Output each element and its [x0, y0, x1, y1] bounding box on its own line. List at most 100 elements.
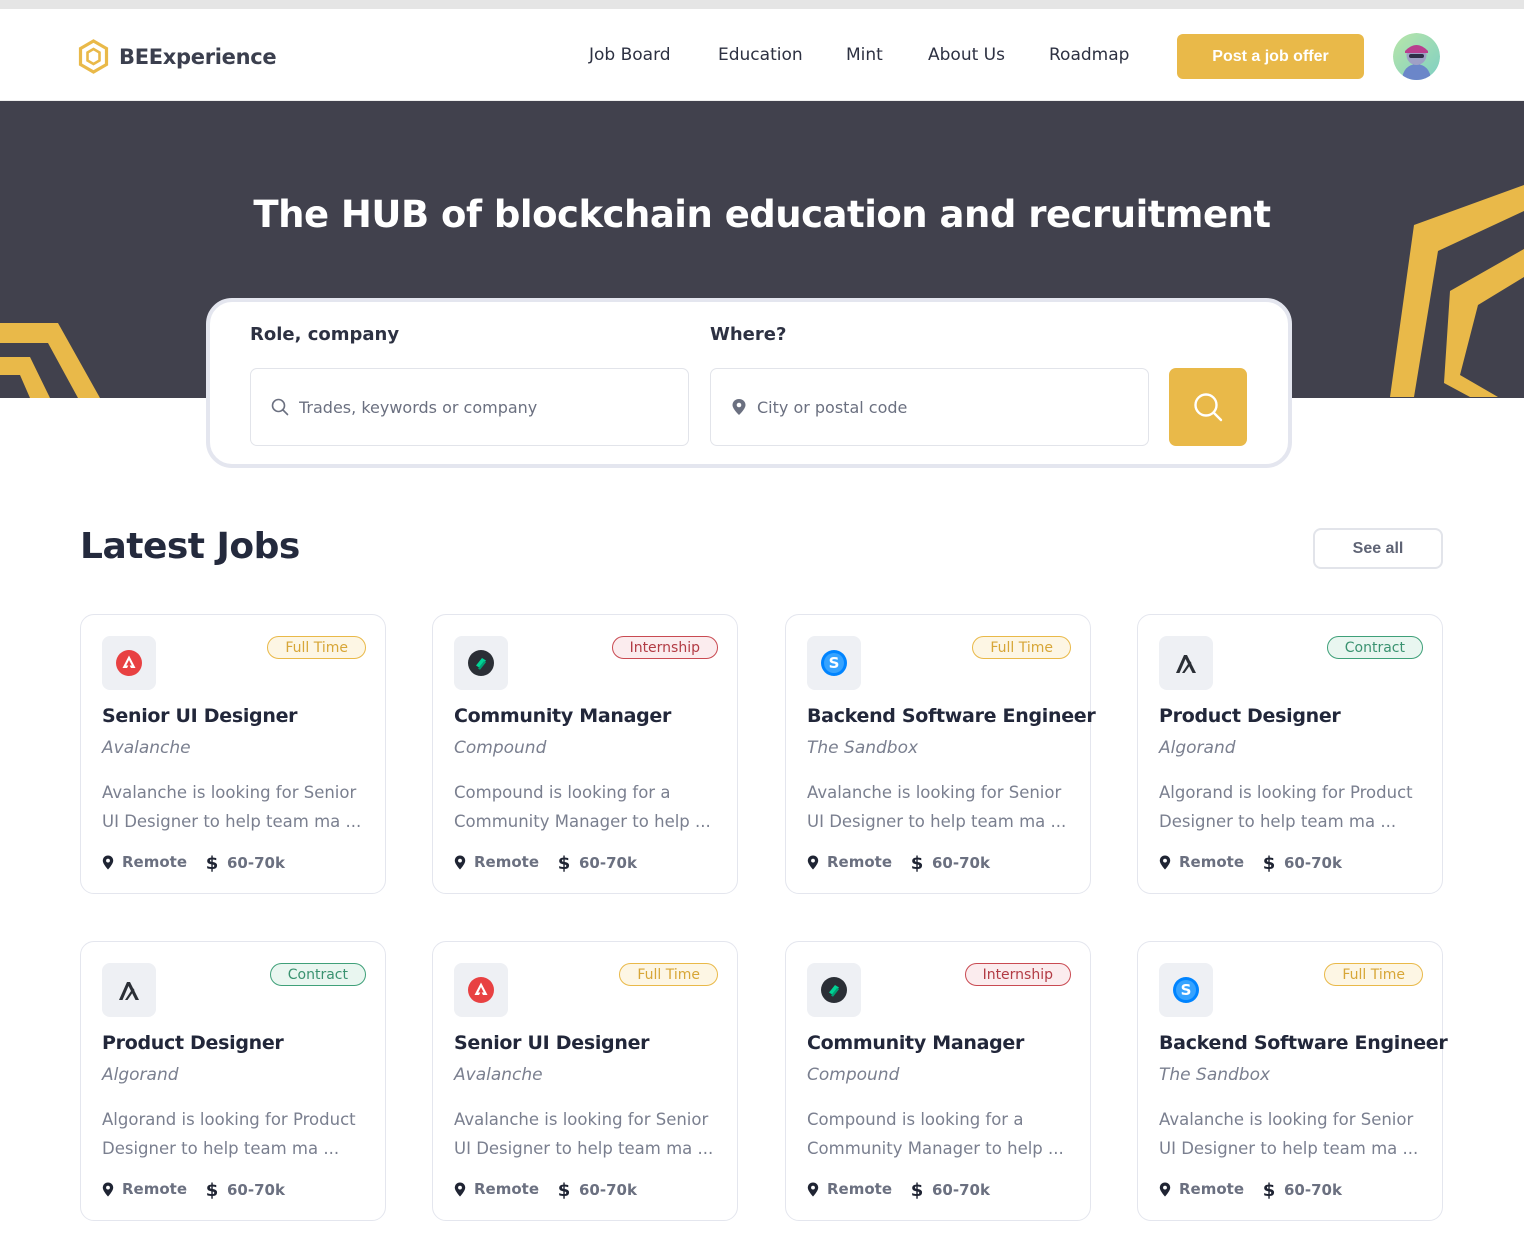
salary-text: 60-70k	[1284, 854, 1342, 872]
job-type-tag: Full Time	[1324, 963, 1423, 986]
job-title[interactable]: Senior UI Designer	[454, 1032, 650, 1054]
site-header: BEExperience Job Board Education Mint Ab…	[0, 9, 1524, 101]
location-text: Remote	[827, 1180, 893, 1198]
company-name: Algorand	[1159, 738, 1236, 758]
search-button[interactable]	[1169, 368, 1247, 446]
job-title[interactable]: Community Manager	[807, 1032, 1024, 1054]
location-pin-icon	[1159, 855, 1171, 870]
location-text: Remote	[122, 853, 188, 871]
nav-education[interactable]: Education	[718, 45, 803, 65]
where-input[interactable]	[757, 397, 1117, 417]
nav-about-us[interactable]: About Us	[928, 45, 1005, 65]
job-title[interactable]: Backend Software Engineer	[1159, 1032, 1448, 1054]
salary-text: 60-70k	[932, 854, 990, 872]
location-pin-icon	[454, 855, 466, 870]
job-type-tag: Contract	[1326, 636, 1423, 659]
location-text: Remote	[474, 853, 540, 871]
job-card[interactable]: S Full Time Backend Software Engineer Th…	[785, 614, 1096, 894]
job-salary: $ 60-70k	[1262, 1180, 1342, 1200]
job-salary: $ 60-70k	[205, 853, 285, 873]
company-logo	[102, 636, 156, 690]
job-title[interactable]: Product Designer	[102, 1032, 284, 1054]
dollar-icon: $	[557, 853, 571, 873]
dollar-icon: $	[557, 1180, 571, 1200]
algorand-logo-icon	[115, 976, 143, 1004]
post-job-button[interactable]: Post a job offer	[1177, 34, 1364, 79]
location-pin-icon	[102, 855, 114, 870]
job-description: Compound is looking for a Community Mana…	[454, 783, 711, 831]
company-name: The Sandbox	[807, 738, 919, 758]
where-field[interactable]	[710, 368, 1149, 446]
location-text: Remote	[122, 1180, 188, 1198]
company-logo	[1159, 636, 1213, 690]
svg-text:S: S	[1181, 981, 1192, 999]
company-logo: S	[1159, 963, 1213, 1017]
nav-mint[interactable]: Mint	[846, 45, 883, 65]
dollar-icon: $	[910, 853, 924, 873]
job-card[interactable]: Contract Product Designer Algorand Algor…	[1137, 614, 1443, 894]
see-all-button[interactable]: See all	[1313, 528, 1443, 569]
job-location: Remote	[1159, 853, 1244, 871]
job-title[interactable]: Product Designer	[1159, 705, 1341, 727]
job-location: Remote	[102, 1180, 187, 1198]
site-logo[interactable]: BEExperience	[78, 39, 277, 74]
job-location: Remote	[454, 1180, 539, 1198]
job-card[interactable]: Contract Product Designer Algorand Algor…	[80, 941, 386, 1221]
salary-text: 60-70k	[1284, 1181, 1342, 1199]
hexagon-logo-icon	[78, 39, 109, 74]
company-logo	[454, 963, 508, 1017]
svg-text:$: $	[1263, 853, 1276, 873]
search-icon	[1194, 393, 1223, 422]
job-description: Avalanche is looking for Senior UI Desig…	[102, 783, 362, 831]
job-card[interactable]: Full Time Senior UI Designer Avalanche A…	[432, 941, 738, 1221]
job-card[interactable]: Internship Community Manager Compound Co…	[785, 941, 1091, 1221]
user-avatar[interactable]	[1393, 33, 1440, 80]
role-field[interactable]	[250, 368, 689, 446]
company-name: Avalanche	[102, 738, 191, 758]
svg-text:$: $	[1263, 1180, 1276, 1200]
dollar-icon: $	[205, 1180, 219, 1200]
role-label: Role, company	[250, 324, 400, 345]
job-location: Remote	[102, 853, 187, 871]
job-title[interactable]: Senior UI Designer	[102, 705, 298, 727]
job-card[interactable]: S Full Time Backend Software Engineer Th…	[1137, 941, 1448, 1221]
job-type-tag: Full Time	[619, 963, 718, 986]
location-text: Remote	[474, 1180, 540, 1198]
job-location: Remote	[807, 853, 892, 871]
svg-text:$: $	[206, 1180, 219, 1200]
avalanche-logo-icon	[467, 976, 495, 1004]
company-name: Avalanche	[454, 1065, 543, 1085]
company-name: The Sandbox	[1159, 1065, 1271, 1085]
salary-text: 60-70k	[932, 1181, 990, 1199]
location-pin-icon	[454, 1182, 466, 1197]
company-name: Algorand	[102, 1065, 179, 1085]
nav-job-board[interactable]: Job Board	[589, 45, 671, 65]
location-pin-icon	[1159, 1182, 1171, 1197]
dollar-icon: $	[910, 1180, 924, 1200]
job-salary: $ 60-70k	[1262, 853, 1342, 873]
job-card[interactable]: Full Time Senior UI Designer Avalanche A…	[80, 614, 386, 894]
search-icon	[271, 398, 289, 416]
role-input[interactable]	[299, 397, 659, 417]
dollar-icon: $	[205, 853, 219, 873]
job-location: Remote	[807, 1180, 892, 1198]
where-label: Where?	[710, 324, 787, 345]
nav-roadmap[interactable]: Roadmap	[1049, 45, 1129, 65]
location-pin-icon	[807, 855, 819, 870]
avatar-icon	[1393, 33, 1440, 80]
job-description: Algorand is looking for Product Designer…	[1159, 783, 1413, 831]
location-text: Remote	[1179, 853, 1245, 871]
salary-text: 60-70k	[579, 854, 637, 872]
job-card[interactable]: Internship Community Manager Compound Co…	[432, 614, 738, 894]
location-pin-icon	[732, 399, 746, 415]
dollar-icon: $	[1262, 1180, 1276, 1200]
company-logo: S	[807, 636, 861, 690]
svg-text:$: $	[911, 1180, 924, 1200]
company-logo	[102, 963, 156, 1017]
avalanche-logo-icon	[115, 649, 143, 677]
job-type-tag: Internship	[611, 636, 718, 659]
dollar-icon: $	[1262, 853, 1276, 873]
job-title[interactable]: Community Manager	[454, 705, 671, 727]
svg-text:$: $	[911, 853, 924, 873]
job-title[interactable]: Backend Software Engineer	[807, 705, 1096, 727]
